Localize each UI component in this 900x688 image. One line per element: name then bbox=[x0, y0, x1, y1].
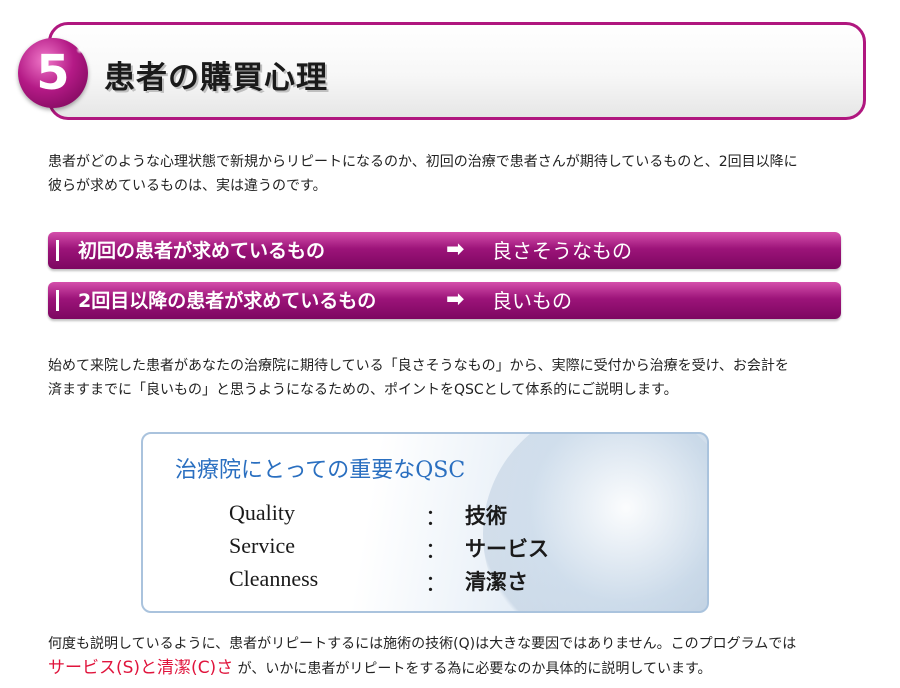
right-arrow-icon: ➡ bbox=[446, 287, 465, 312]
bar-marker bbox=[56, 240, 59, 261]
highlight-text: サービス(S)と清潔(C)さ bbox=[48, 658, 234, 678]
qsc-box: 治療院にとっての重要なQSC Quality ： 技術 Service ： サー… bbox=[141, 432, 709, 613]
qsc-meaning: 技術 bbox=[465, 503, 507, 528]
closing-line-2: サービス(S)と清潔(C)さ が、いかに患者がリピートをする為に必要なのか具体的… bbox=[48, 656, 868, 681]
qsc-term: Service bbox=[229, 533, 295, 558]
middle-paragraph: 始めて来院した患者があなたの治療院に期待している「良さそうなもの」から、実際に受… bbox=[48, 354, 868, 402]
bar-result: 良さそうなもの bbox=[492, 239, 632, 263]
intro-line-1: 患者がどのような心理状態で新規からリピートになるのか、初回の治療で患者さんが期待… bbox=[48, 154, 798, 170]
first-visit-bar: 初回の患者が求めているもの ➡ 良さそうなもの bbox=[48, 232, 841, 269]
bar-label: 初回の患者が求めているもの bbox=[78, 240, 326, 262]
qsc-colon: ： bbox=[425, 505, 448, 530]
repeat-visit-bar: 2回目以降の患者が求めているもの ➡ 良いもの bbox=[48, 282, 841, 319]
bar-marker bbox=[56, 290, 59, 311]
section-title: 患者の購買心理 bbox=[104, 60, 328, 96]
intro-paragraph: 患者がどのような心理状態で新規からリピートになるのか、初回の治療で患者さんが期待… bbox=[48, 150, 868, 198]
qsc-meaning: サービス bbox=[465, 536, 549, 561]
middle-line-1: 始めて来院した患者があなたの治療院に期待している「良さそうなもの」から、実際に受… bbox=[48, 358, 789, 374]
bar-label: 2回目以降の患者が求めているもの bbox=[78, 290, 377, 312]
bar-result: 良いもの bbox=[492, 289, 572, 313]
qsc-title: 治療院にとっての重要なQSC bbox=[175, 458, 466, 483]
closing-paragraph: 何度も説明しているように、患者がリピートするには施術の技術(Q)は大きな要因では… bbox=[48, 632, 868, 681]
qsc-colon: ： bbox=[425, 538, 448, 563]
right-arrow-icon: ➡ bbox=[446, 237, 465, 262]
qsc-term: Cleanness bbox=[229, 566, 319, 591]
qsc-term: Quality bbox=[229, 500, 295, 525]
closing-line-2-rest: が、いかに患者がリピートをする為に必要なのか具体的に説明しています。 bbox=[237, 661, 712, 677]
closing-line-1: 何度も説明しているように、患者がリピートするには施術の技術(Q)は大きな要因では… bbox=[48, 636, 797, 652]
qsc-meaning: 清潔さ bbox=[465, 569, 528, 594]
qsc-colon: ： bbox=[425, 571, 448, 596]
middle-line-2: 済ますまでに「良いもの」と思うようになるための、ポイントをQSCとして体系的にご… bbox=[48, 382, 678, 398]
intro-line-2: 彼らが求めているものは、実は違うのです。 bbox=[48, 178, 327, 194]
section-number-badge: 5 bbox=[18, 38, 88, 108]
